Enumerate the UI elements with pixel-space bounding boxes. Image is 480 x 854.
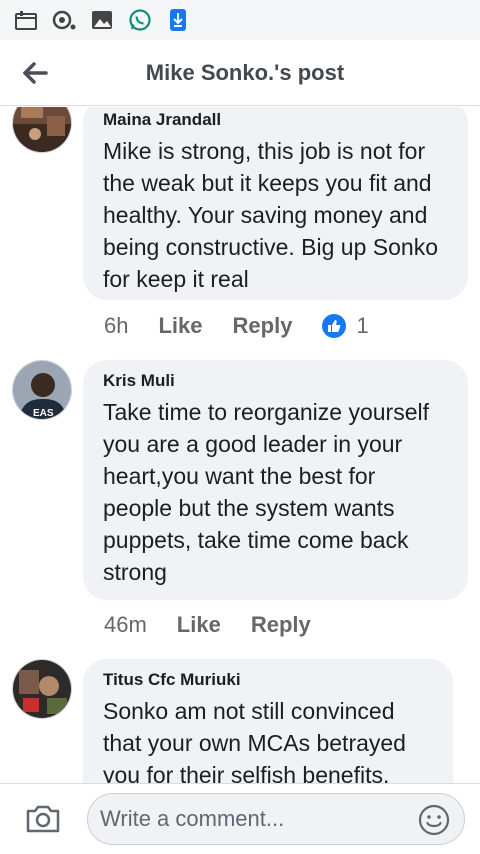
media-icon [52,8,76,32]
page-title: Mike Sonko.'s post [145,60,345,85]
post-header: Mike Sonko.'s post [0,40,480,106]
status-bar [0,0,480,40]
camera-icon [26,805,60,833]
comment-input[interactable] [100,806,400,832]
comment-author[interactable]: Titus Cfc Muriuki [103,669,435,691]
comment-text: Sonko am not still convinced that your o… [103,698,406,783]
comment-actions: 46m Like Reply [104,610,341,640]
reaction-count: 1 [356,313,369,338]
camera-button[interactable] [0,784,86,854]
download-icon [166,8,190,32]
comment-bubble[interactable]: Titus Cfc Muriuki Sonko am not still con… [83,659,453,783]
avatar[interactable]: EAS [12,360,72,420]
comment-time[interactable]: 6h [104,313,128,339]
comment-text: Mike is strong, this job is not for the … [103,138,438,292]
back-arrow-icon [23,61,48,84]
comments-feed[interactable]: Maina Jrandall Mike is strong, this job … [0,107,480,783]
reply-button[interactable]: Reply [251,612,311,638]
emoji-icon[interactable] [418,804,450,836]
svg-text:EAS: EAS [33,408,54,419]
like-button[interactable]: Like [177,612,221,638]
comment-author[interactable]: Maina Jrandall [103,109,450,131]
comment-bubble[interactable]: Kris Muli Take time to reorganize yourse… [83,360,468,600]
avatar[interactable] [12,659,72,719]
back-button[interactable] [0,40,70,106]
comment-text: Take time to reorganize yourself you are… [103,399,429,585]
comment-bubble[interactable]: Maina Jrandall Mike is strong, this job … [83,107,468,300]
comment-author[interactable]: Kris Muli [103,370,450,392]
whatsapp-icon [128,8,152,32]
comment-input-box[interactable] [87,793,465,845]
calendar-icon [14,8,38,32]
like-reaction-icon [322,314,347,338]
like-button[interactable]: Like [158,313,202,339]
avatar[interactable] [12,107,72,153]
reply-button[interactable]: Reply [233,313,293,339]
comment-time[interactable]: 46m [104,612,147,638]
gallery-icon [90,8,114,32]
reaction-summary[interactable]: 1 [322,313,369,339]
comment-actions: 6h Like Reply 1 [104,311,369,341]
comment-composer [0,783,480,854]
